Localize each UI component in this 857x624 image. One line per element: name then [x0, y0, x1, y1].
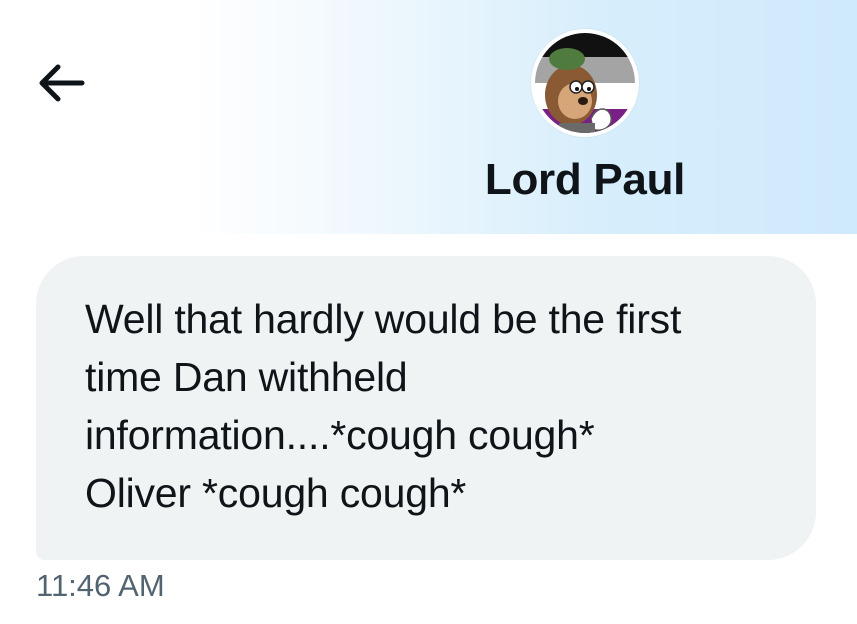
contact-name[interactable]: Lord Paul [440, 150, 730, 210]
message-text: Well that hardly would be the first time… [85, 296, 682, 516]
avatar[interactable] [531, 29, 639, 137]
arrow-left-icon [39, 64, 85, 102]
dm-conversation-screen: Lord Paul Well that hardly would be the … [0, 0, 857, 624]
conversation-header: Lord Paul [0, 0, 857, 234]
back-button[interactable] [28, 55, 92, 111]
message-timestamp: 11:46 AM [36, 568, 165, 603]
message-bubble[interactable]: Well that hardly would be the first time… [36, 256, 816, 560]
cartoon-avatar-icon [531, 29, 639, 137]
